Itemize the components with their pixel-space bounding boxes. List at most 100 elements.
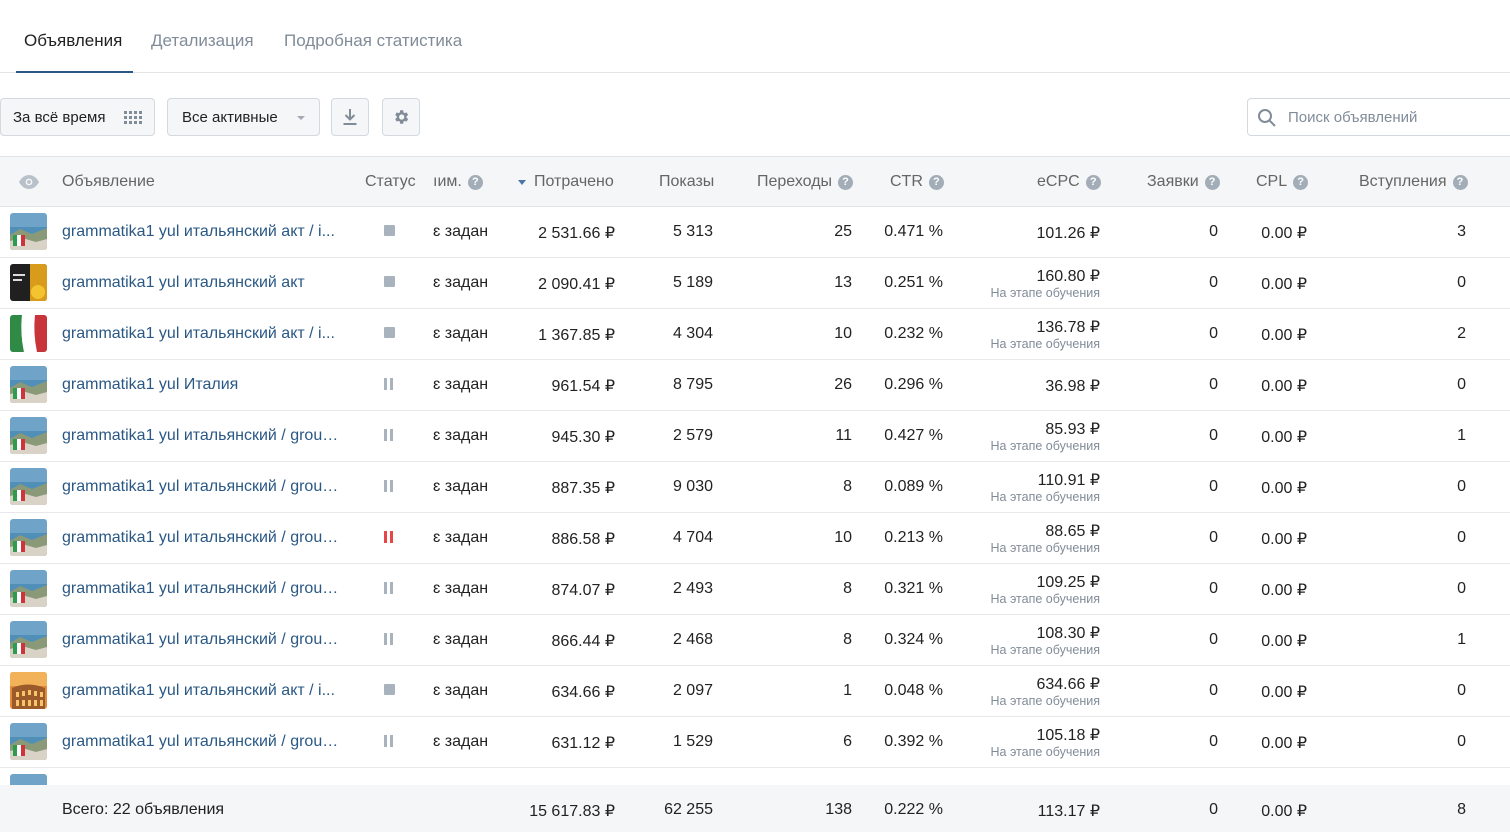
- ctr-cell: 0.048 %: [884, 682, 943, 699]
- table-row[interactable]: grammatika1 yul Италия ɛ задан 961.54 ₽ 8 7…: [0, 360, 1510, 411]
- ecpc-cell: 85.93 ₽: [1045, 421, 1100, 438]
- pause-status-icon[interactable]: [384, 582, 396, 594]
- pause-status-icon[interactable]: [384, 633, 396, 645]
- help-icon[interactable]: ?: [838, 174, 854, 190]
- column-ctr-label: CTR: [890, 173, 923, 190]
- ad-name-link[interactable]: grammatika1 yul итальянский акт: [62, 274, 305, 292]
- pause-status-icon[interactable]: [384, 429, 396, 441]
- stop-status-icon[interactable]: [384, 684, 395, 695]
- table-totals-row: Всего: 22 объявления 15 617.83 ₽ 62 255 …: [0, 785, 1510, 832]
- stop-status-icon[interactable]: [384, 276, 395, 287]
- ad-name-link[interactable]: grammatika1 yul итальянский / group...: [62, 631, 344, 649]
- table-row[interactable]: grammatika1 yul итальянский акт / i... ɛ …: [0, 207, 1510, 258]
- ad-name-link[interactable]: grammatika1 yul Италия: [62, 376, 238, 394]
- column-spent[interactable]: Потрачено: [518, 173, 614, 191]
- help-icon[interactable]: ?: [1204, 174, 1220, 190]
- ad-name-link[interactable]: grammatika1 yul итальянский / group...: [62, 478, 344, 496]
- help-icon[interactable]: ?: [1085, 174, 1101, 190]
- table-row[interactable]: grammatika1 yul итальянский / group... ɛ …: [0, 411, 1510, 462]
- table-row[interactable]: grammatika1 yul итальянский / group... ɛ …: [0, 615, 1510, 666]
- ad-name-link[interactable]: grammatika1 yul итальянский / group...: [62, 733, 344, 751]
- leads-cell: 0: [1209, 223, 1218, 240]
- pause-status-icon[interactable]: [384, 378, 396, 390]
- help-icon[interactable]: ?: [1452, 174, 1468, 190]
- column-clicks[interactable]: Переходы ?: [757, 173, 854, 191]
- download-button[interactable]: [331, 98, 369, 136]
- table-row[interactable]: 146.77 ₽: [0, 768, 1510, 785]
- joins-cell: 0: [1457, 376, 1466, 393]
- column-impressions[interactable]: Показы: [659, 173, 714, 191]
- ecpc-cell: 110.91 ₽: [1037, 472, 1100, 489]
- pause-status-icon[interactable]: [384, 480, 396, 492]
- spent-cell: 631.12 ₽: [551, 735, 615, 752]
- stop-status-icon[interactable]: [384, 225, 395, 236]
- clicks-cell: 10: [834, 529, 852, 546]
- table-row[interactable]: grammatika1 yul итальянский / group... ɛ …: [0, 564, 1510, 615]
- spent-cell: 866.44 ₽: [551, 633, 615, 650]
- column-status[interactable]: Статус: [365, 173, 416, 191]
- spent-cell: 634.66 ₽: [551, 684, 615, 701]
- filter-label: Все активные: [182, 108, 278, 126]
- column-ad[interactable]: Объявление: [62, 173, 155, 191]
- stop-status-icon[interactable]: [384, 327, 395, 338]
- joins-cell: 0: [1457, 733, 1466, 750]
- eye-icon[interactable]: [18, 174, 40, 190]
- pause-status-icon[interactable]: [384, 531, 396, 543]
- table-settings-button[interactable]: [382, 98, 420, 136]
- column-joins[interactable]: Вступления ?: [1359, 173, 1468, 191]
- column-leads[interactable]: Заявки ?: [1147, 173, 1220, 191]
- ctr-cell: 0.296 %: [884, 376, 943, 393]
- period-selector-button[interactable]: За всё время: [0, 98, 155, 136]
- ctr-cell: 0.324 %: [884, 631, 943, 648]
- search-input[interactable]: [1288, 107, 1508, 127]
- help-icon[interactable]: ?: [467, 174, 483, 190]
- clicks-cell: 13: [834, 274, 852, 291]
- ecpc-learning-note: На этапе обучения: [990, 541, 1101, 555]
- ad-name-link[interactable]: grammatika1 yul итальянский / group...: [62, 580, 344, 598]
- ad-name-link[interactable]: grammatika1 yul итальянский / group...: [62, 529, 344, 547]
- ad-name-link[interactable]: grammatika1 yul итальянский акт / i...: [62, 325, 335, 343]
- status-filter-dropdown[interactable]: Все активные: [167, 98, 320, 136]
- ad-name-link[interactable]: grammatika1 yul итальянский акт / i...: [62, 223, 335, 241]
- cpl-cell: 0.00 ₽: [1261, 378, 1307, 395]
- optimization-cell: ɛ задан: [433, 478, 489, 495]
- tab-details[interactable]: Детализация: [151, 31, 254, 51]
- ad-thumbnail: [10, 519, 47, 556]
- ad-name-link[interactable]: grammatika1 yul итальянский / group...: [62, 427, 344, 445]
- ecpc-cell: 136.78 ₽: [1036, 319, 1100, 336]
- impressions-cell: 4 304: [672, 325, 713, 342]
- table-row[interactable]: grammatika1 yul итальянский акт / i... ɛ …: [0, 666, 1510, 717]
- totals-label: Всего: 22 объявления: [62, 801, 225, 818]
- ad-thumbnail: [10, 315, 47, 352]
- column-optimization[interactable]: ıим. ?: [433, 173, 483, 191]
- ctr-cell: 0.427 %: [884, 427, 943, 444]
- pause-status-icon[interactable]: [384, 735, 396, 747]
- table-header: Объявление Статус ıим. ? Потрачено Показ…: [0, 156, 1510, 207]
- column-ecpc[interactable]: eCPC ?: [1037, 173, 1101, 191]
- ad-thumbnail: [10, 468, 47, 505]
- joins-cell: 0: [1457, 274, 1466, 291]
- tab-detailed-stats[interactable]: Подробная статистика: [284, 31, 462, 51]
- leads-cell: 0: [1209, 274, 1218, 291]
- table-row[interactable]: grammatika1 yul итальянский / group... ɛ …: [0, 513, 1510, 564]
- ad-name-link[interactable]: grammatika1 yul итальянский акт / i...: [62, 682, 335, 700]
- joins-cell: 1: [1457, 631, 1466, 648]
- leads-cell: 0: [1209, 376, 1218, 393]
- table-row[interactable]: grammatika1 yul итальянский / group... ɛ …: [0, 462, 1510, 513]
- table-row[interactable]: grammatika1 yul итальянский / group... ɛ …: [0, 717, 1510, 768]
- totals-ecpc: 113.17 ₽: [1037, 803, 1100, 820]
- table-row[interactable]: grammatika1 yul итальянский акт / i... ɛ …: [0, 309, 1510, 360]
- ecpc-cell: 634.66 ₽: [1036, 676, 1100, 693]
- column-ctr[interactable]: CTR ?: [890, 173, 944, 191]
- impressions-cell: 5 189: [672, 274, 713, 291]
- ctr-cell: 0.251 %: [884, 274, 943, 291]
- column-cpl[interactable]: CPL ?: [1256, 173, 1309, 191]
- help-icon[interactable]: ?: [1293, 174, 1309, 190]
- table-row[interactable]: grammatika1 yul итальянский акт ɛ задан 2 …: [0, 258, 1510, 309]
- optimization-cell: ɛ задан: [433, 325, 489, 342]
- ctr-cell: 0.089 %: [884, 478, 943, 495]
- active-tab-underline: [16, 71, 133, 73]
- joins-cell: 0: [1457, 478, 1466, 495]
- tab-ads[interactable]: Объявления: [24, 31, 122, 51]
- help-icon[interactable]: ?: [928, 174, 944, 190]
